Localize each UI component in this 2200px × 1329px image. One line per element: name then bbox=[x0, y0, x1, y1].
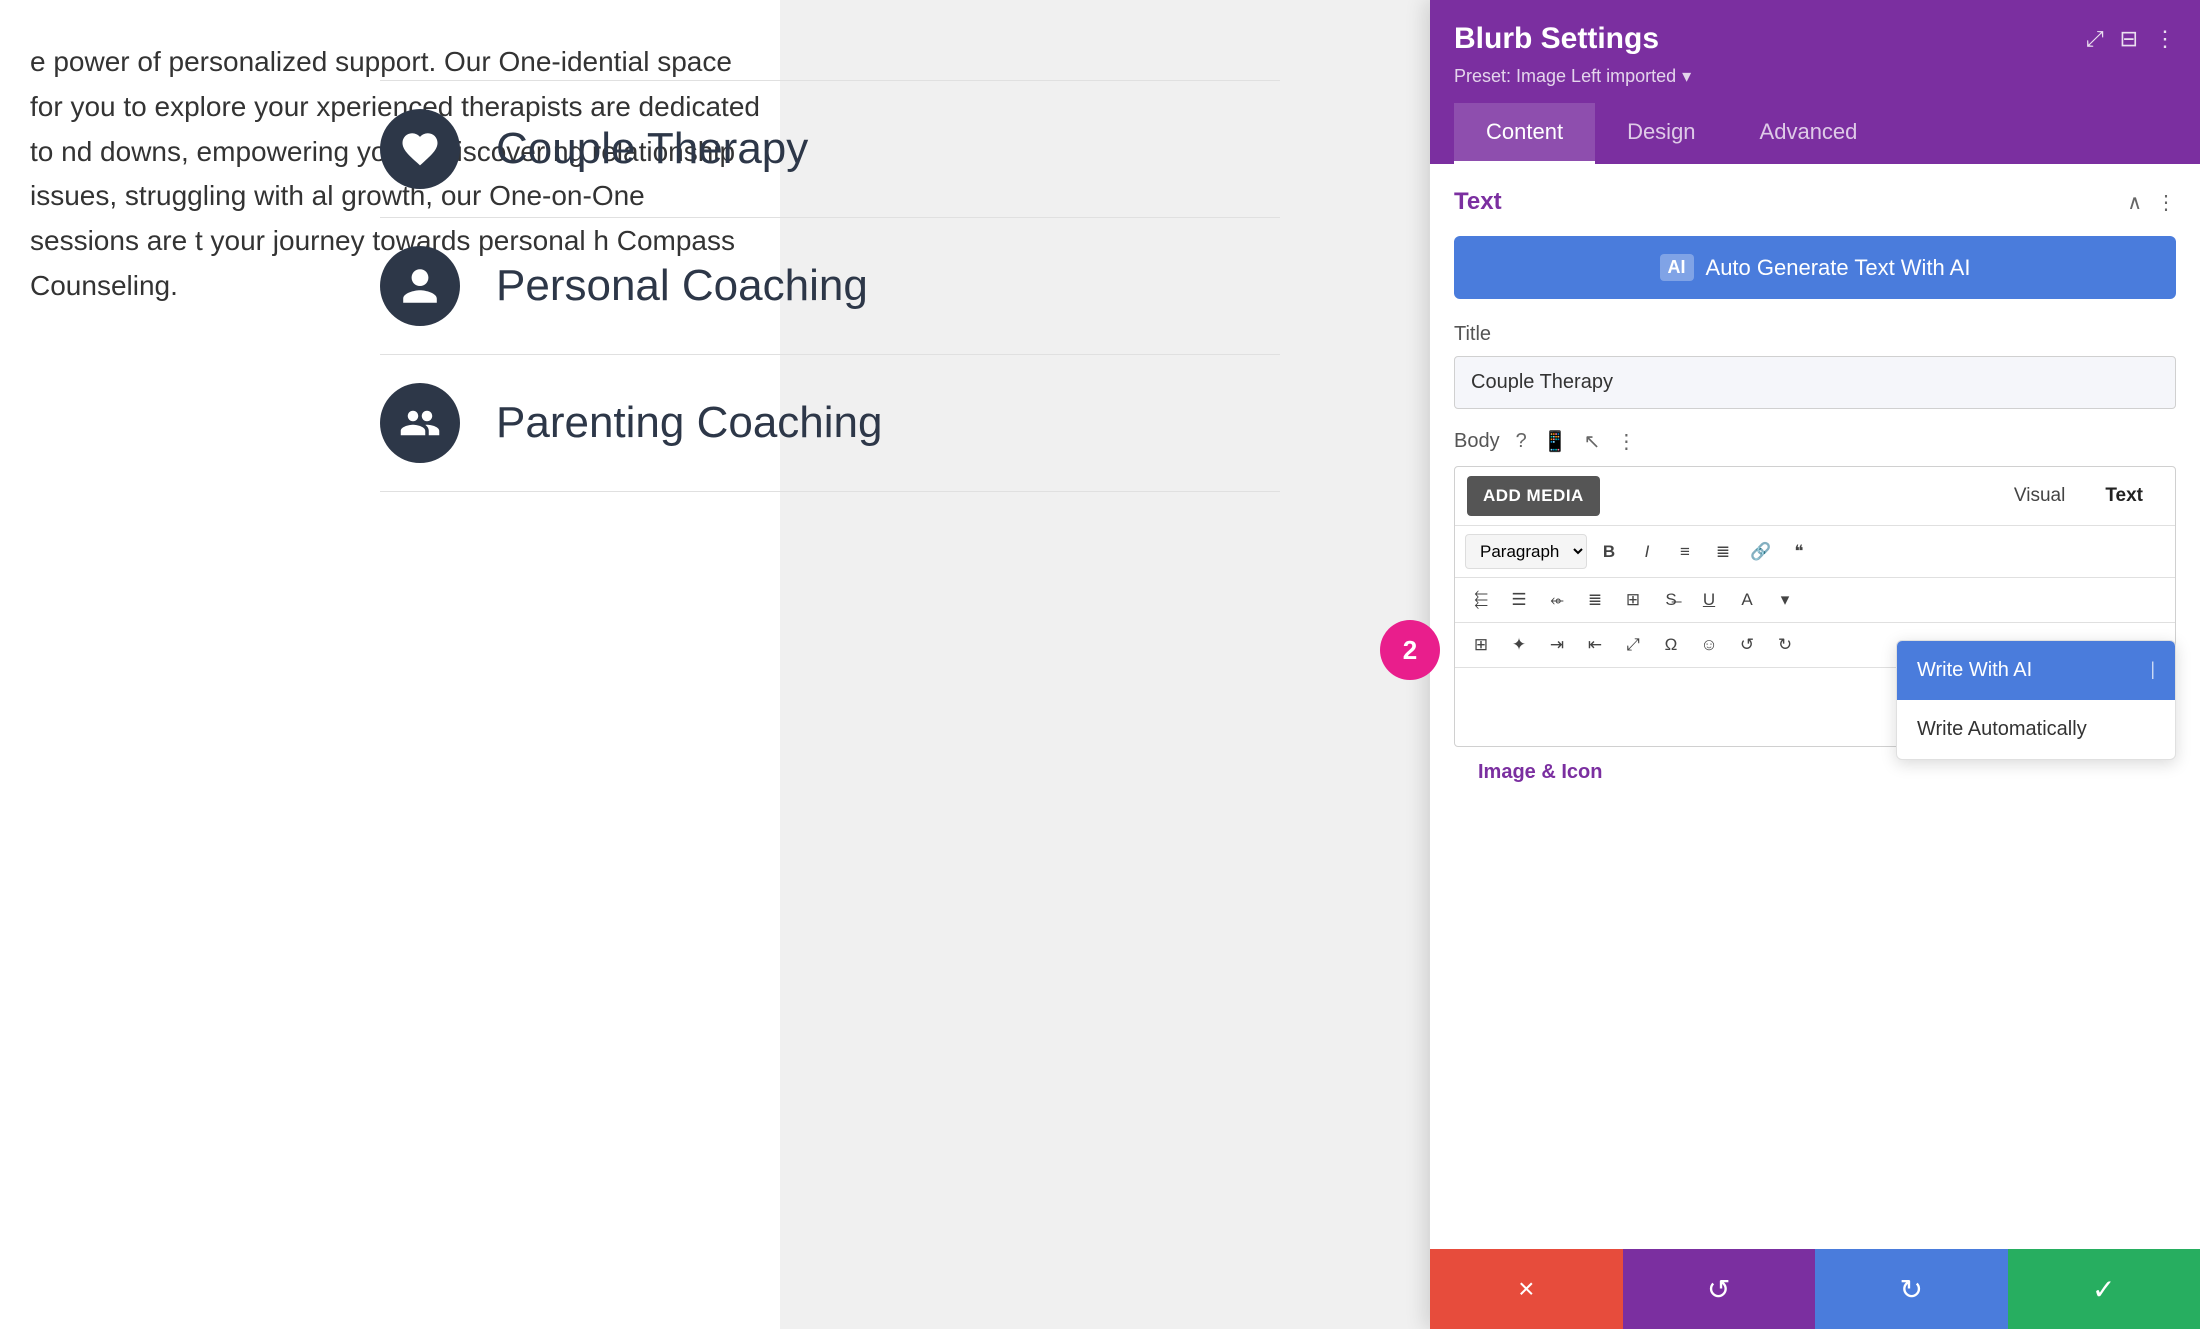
dropdown-cursor: | bbox=[2150, 659, 2155, 680]
emoji-button[interactable]: ☺ bbox=[1693, 629, 1725, 661]
underline-button[interactable]: U bbox=[1693, 584, 1725, 616]
link-button[interactable]: 🔗 bbox=[1745, 536, 1777, 568]
strikethrough-button[interactable]: S̶ bbox=[1655, 584, 1687, 616]
editor-view-tabs: Visual Text bbox=[1994, 475, 2163, 517]
subscript-button[interactable]: ✦ bbox=[1503, 629, 1535, 661]
write-automatically-option[interactable]: Write Automatically bbox=[1897, 700, 2175, 759]
confirm-button[interactable]: ✓ bbox=[2008, 1249, 2200, 1329]
settings-header: Blurb Settings ⤢ ⊟ ⋮ Preset: Image Left … bbox=[1430, 0, 2200, 164]
section-title-text: Text bbox=[1454, 188, 1502, 216]
special-chars-button[interactable]: Ω bbox=[1655, 629, 1687, 661]
format-toolbar-row1: Paragraph B I ≡ ≣ 🔗 ❝ bbox=[1455, 526, 2175, 578]
list-item: Couple Therapy bbox=[380, 80, 1280, 218]
collapse-icon[interactable]: ∧ bbox=[2127, 190, 2142, 215]
service-name-personal-coaching: Personal Coaching bbox=[496, 261, 868, 311]
paragraph-select[interactable]: Paragraph bbox=[1465, 534, 1587, 569]
step-badge: 2 bbox=[1380, 620, 1440, 680]
ai-generate-label: Auto Generate Text With AI bbox=[1706, 255, 1971, 281]
cancel-button[interactable]: × bbox=[1430, 1249, 1623, 1329]
align-right-button[interactable]: ⬰ bbox=[1541, 584, 1573, 616]
section-controls: ∧ ⋮ bbox=[2127, 190, 2176, 215]
fullscreen-button[interactable]: ⤢ bbox=[1617, 629, 1649, 661]
redo-editor-button[interactable]: ↻ bbox=[1769, 629, 1801, 661]
body-field-label: Body bbox=[1454, 430, 1500, 453]
help-icon[interactable]: ? bbox=[1516, 430, 1527, 453]
service-name-couple-therapy: Couple Therapy bbox=[496, 124, 808, 174]
bold-button[interactable]: B bbox=[1593, 536, 1625, 568]
service-name-parenting-coaching: Parenting Coaching bbox=[496, 398, 882, 448]
expand-icon[interactable]: ⤢ bbox=[2086, 26, 2104, 52]
action-bar: × ↺ ↻ ✓ bbox=[1430, 1249, 2200, 1329]
list-item: Personal Coaching bbox=[380, 218, 1280, 355]
parenting-coaching-icon bbox=[380, 383, 460, 463]
italic-button[interactable]: I bbox=[1631, 536, 1663, 568]
cursor-icon[interactable]: ↖ bbox=[1584, 429, 1601, 454]
tab-visual[interactable]: Visual bbox=[1994, 475, 2085, 517]
format-toolbar-row2: ⬱ ☰ ⬰ ≣ ⊞ S̶ U A ▾ bbox=[1455, 578, 2175, 623]
text-section-header: Text ∧ ⋮ bbox=[1454, 188, 2176, 216]
settings-title: Blurb Settings bbox=[1454, 22, 1659, 56]
align-justify-button[interactable]: ≣ bbox=[1579, 584, 1611, 616]
undo-editor-button[interactable]: ↺ bbox=[1731, 629, 1763, 661]
write-with-ai-option[interactable]: Write With AI | bbox=[1897, 641, 2175, 700]
ai-badge: AI bbox=[1660, 254, 1694, 281]
copy-format-button[interactable]: ⊞ bbox=[1465, 629, 1497, 661]
body-toolbar: Body ? 📱 ↖ ⋮ bbox=[1454, 429, 2176, 454]
title-input[interactable] bbox=[1454, 356, 2176, 409]
ai-dropdown-menu: Write With AI | Write Automatically bbox=[1896, 640, 2176, 760]
undo-button[interactable]: ↺ bbox=[1623, 1249, 1816, 1329]
font-color-button[interactable]: A bbox=[1731, 584, 1763, 616]
tab-design[interactable]: Design bbox=[1595, 103, 1727, 164]
ordered-list-button[interactable]: ≣ bbox=[1707, 536, 1739, 568]
header-icons: ⤢ ⊟ ⋮ bbox=[2086, 26, 2176, 52]
preset-label[interactable]: Preset: Image Left imported ▾ bbox=[1454, 66, 2176, 87]
more-toolbar-icon[interactable]: ⋮ bbox=[1616, 429, 1636, 454]
columns-icon[interactable]: ⊟ bbox=[2120, 26, 2138, 52]
ai-generate-button[interactable]: AI Auto Generate Text With AI bbox=[1454, 236, 2176, 299]
align-center-button[interactable]: ☰ bbox=[1503, 584, 1535, 616]
mobile-icon[interactable]: 📱 bbox=[1543, 429, 1568, 454]
tab-advanced[interactable]: Advanced bbox=[1728, 103, 1890, 164]
settings-tabs: Content Design Advanced bbox=[1454, 103, 2176, 164]
redo-button[interactable]: ↻ bbox=[1815, 1249, 2008, 1329]
settings-title-row: Blurb Settings ⤢ ⊟ ⋮ bbox=[1454, 22, 2176, 56]
outdent-button[interactable]: ⇤ bbox=[1579, 629, 1611, 661]
tab-content[interactable]: Content bbox=[1454, 103, 1595, 164]
align-left-button[interactable]: ⬱ bbox=[1465, 584, 1497, 616]
list-item: Parenting Coaching bbox=[380, 355, 1280, 492]
more-icon[interactable]: ⋮ bbox=[2154, 26, 2176, 52]
blockquote-button[interactable]: ❝ bbox=[1783, 536, 1815, 568]
title-field-label: Title bbox=[1454, 323, 2176, 346]
service-list: Couple Therapy Personal Coaching Parenti… bbox=[380, 80, 1280, 492]
editor-top-toolbar: ADD MEDIA Visual Text bbox=[1455, 467, 2175, 526]
personal-coaching-icon bbox=[380, 246, 460, 326]
tab-text[interactable]: Text bbox=[2085, 475, 2163, 517]
font-color-more[interactable]: ▾ bbox=[1769, 584, 1801, 616]
table-button[interactable]: ⊞ bbox=[1617, 584, 1649, 616]
couple-therapy-icon bbox=[380, 109, 460, 189]
section-more-icon[interactable]: ⋮ bbox=[2156, 190, 2176, 215]
indent-button[interactable]: ⇥ bbox=[1541, 629, 1573, 661]
add-media-button[interactable]: ADD MEDIA bbox=[1467, 476, 1600, 516]
settings-panel: Blurb Settings ⤢ ⊟ ⋮ Preset: Image Left … bbox=[1430, 0, 2200, 1329]
bullet-list-button[interactable]: ≡ bbox=[1669, 536, 1701, 568]
